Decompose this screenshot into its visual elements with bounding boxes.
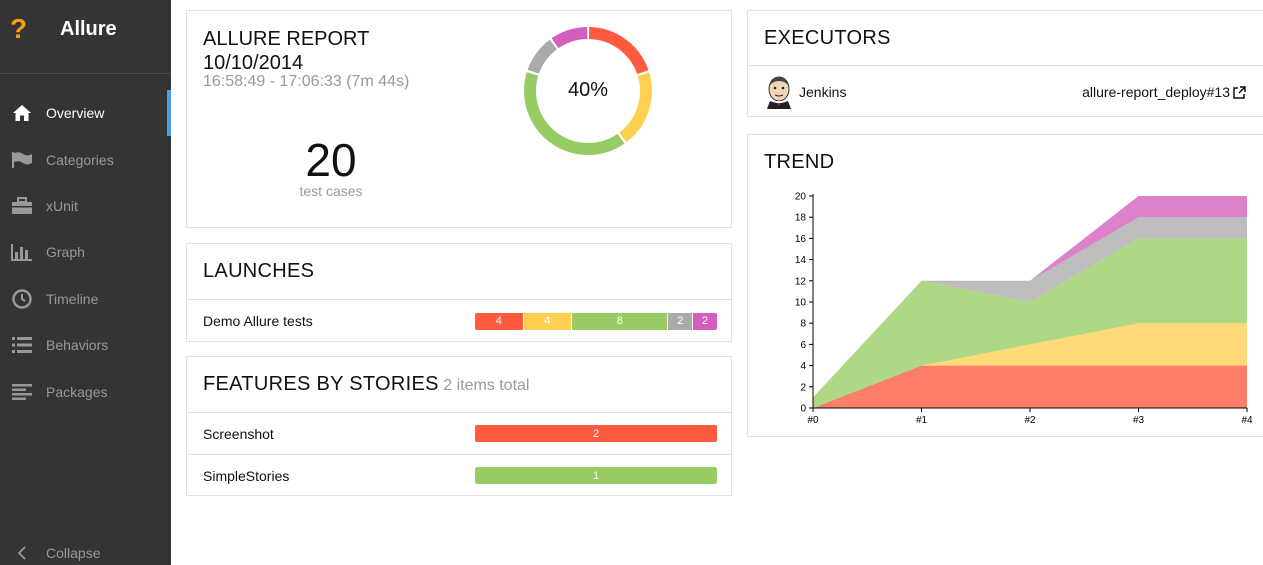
feature-name: Screenshot xyxy=(203,425,274,442)
y-tick-label: 20 xyxy=(795,192,807,203)
launch-bar-segment-passed: 8 xyxy=(572,312,668,330)
feature-row-simplestories[interactable]: SimpleStories 1 xyxy=(187,454,731,496)
y-tick-label: 12 xyxy=(795,276,807,287)
launches-title: LAUNCHES xyxy=(203,260,315,282)
launch-bar-segment-unknown: 2 xyxy=(693,312,717,330)
x-tick-label: #0 xyxy=(807,415,819,426)
x-tick-label: #2 xyxy=(1024,415,1036,426)
x-tick-label: #1 xyxy=(916,415,928,426)
home-icon xyxy=(10,103,34,123)
report-title: ALLURE REPORT 10/10/2014 xyxy=(203,27,369,75)
sidebar-item-xunit[interactable]: xUnit xyxy=(0,183,171,229)
jenkins-icon xyxy=(767,76,791,109)
launch-bar-segment-failed: 4 xyxy=(475,312,523,330)
sidebar-item-label: Packages xyxy=(46,383,108,400)
trend-chart: 0 2 4 6 8 10 12 14 16 18 20 #0 #1 #2 #3 #4 xyxy=(795,192,1253,427)
feature-status-bar: 2 xyxy=(475,425,717,442)
sidebar-item-label: Overview xyxy=(46,105,105,122)
executor-build-label: allure-report_deploy#13 xyxy=(1082,84,1230,100)
feature-status-bar: 1 xyxy=(475,467,717,484)
test-case-count: 20 xyxy=(305,134,357,186)
y-tick-label: 18 xyxy=(795,213,807,224)
features-title: FEATURES BY STORIES xyxy=(203,373,439,395)
flag-icon xyxy=(10,150,34,170)
executor-build-link[interactable]: allure-report_deploy#13 xyxy=(1082,84,1246,100)
sidebar-item-label: Behaviors xyxy=(46,337,109,354)
brand-name[interactable]: Allure xyxy=(60,18,117,41)
y-tick-label: 8 xyxy=(800,319,806,330)
sidebar-item-label: Timeline xyxy=(46,290,99,307)
summary-panel: ALLURE REPORT 10/10/2014 16:58:49 - 17:0… xyxy=(186,10,732,228)
launch-bar-segment-skipped: 2 xyxy=(668,312,693,330)
trend-panel: TREND 0 2 4 6 8 10 12 14 16 18 20 #0 #1 #2 #3 #4 xyxy=(747,134,1263,437)
report-date: 10/10/2014 xyxy=(203,52,304,74)
allure-logo-icon: ? xyxy=(10,13,28,44)
executors-panel: EXECUTORS Jenkins allure-report_deploy#1… xyxy=(747,10,1263,117)
launch-bar-segment-broken: 4 xyxy=(523,312,572,330)
y-tick-label: 14 xyxy=(795,255,807,266)
sidebar-item-behaviors[interactable]: Behaviors xyxy=(0,322,171,368)
collapse-button[interactable]: Collapse xyxy=(10,543,100,563)
sidebar: ? Allure Overview Categories xUnit Graph… xyxy=(0,0,171,565)
sidebar-item-label: Graph xyxy=(46,244,85,261)
report-time-range: 16:58:49 - 17:06:33 (7m 44s) xyxy=(203,73,410,90)
features-subtitle: 2 items total xyxy=(443,377,530,394)
feature-row-screenshot[interactable]: Screenshot 2 xyxy=(187,412,731,454)
y-tick-label: 4 xyxy=(800,361,806,372)
list-icon xyxy=(10,335,34,355)
y-tick-label: 10 xyxy=(795,298,807,309)
launch-row[interactable]: Demo Allure tests 44822 xyxy=(187,299,731,342)
x-tick-label: #3 xyxy=(1133,415,1145,426)
feature-bar-segment: 2 xyxy=(475,425,717,442)
launches-panel: LAUNCHES Demo Allure tests 44822 xyxy=(186,243,732,342)
trend-title: TREND xyxy=(764,151,835,173)
sidebar-item-categories[interactable]: Categories xyxy=(0,136,171,182)
y-tick-label: 16 xyxy=(795,234,807,245)
launch-status-bar: 44822 xyxy=(475,312,717,330)
features-header: FEATURES BY STORIES 2 items total xyxy=(203,373,529,396)
feature-name: SimpleStories xyxy=(203,467,290,484)
external-link-icon xyxy=(1233,85,1246,99)
sidebar-item-label: Categories xyxy=(46,151,114,168)
y-tick-label: 2 xyxy=(800,382,806,393)
chevron-left-icon xyxy=(10,543,34,563)
clock-icon xyxy=(10,289,34,309)
executor-name: Jenkins xyxy=(799,84,847,100)
sidebar-item-graph[interactable]: Graph xyxy=(0,229,171,275)
feature-bar-segment: 1 xyxy=(475,467,717,484)
features-panel: FEATURES BY STORIES 2 items total Screen… xyxy=(186,356,732,496)
sidebar-item-overview[interactable]: Overview xyxy=(0,90,171,137)
launch-name: Demo Allure tests xyxy=(203,313,313,329)
executors-title: EXECUTORS xyxy=(764,27,891,49)
brand-header: ? Allure xyxy=(0,0,171,74)
briefcase-icon xyxy=(10,196,34,216)
sidebar-item-timeline[interactable]: Timeline xyxy=(0,276,171,322)
sidebar-item-label: xUnit xyxy=(46,197,78,214)
report-title-name: ALLURE REPORT xyxy=(203,28,370,50)
success-rate-label: 40% xyxy=(567,79,609,101)
collapse-label: Collapse xyxy=(46,545,101,561)
align-left-icon xyxy=(10,382,34,402)
x-tick-label: #4 xyxy=(1241,415,1253,426)
y-tick-label: 6 xyxy=(800,340,806,351)
bar-chart-icon xyxy=(10,242,34,262)
sidebar-nav: Overview Categories xUnit Graph Timeline xyxy=(0,90,171,415)
test-case-count-label: test cases xyxy=(299,183,363,199)
sidebar-item-packages[interactable]: Packages xyxy=(0,368,171,414)
y-tick-label: 0 xyxy=(800,404,806,415)
